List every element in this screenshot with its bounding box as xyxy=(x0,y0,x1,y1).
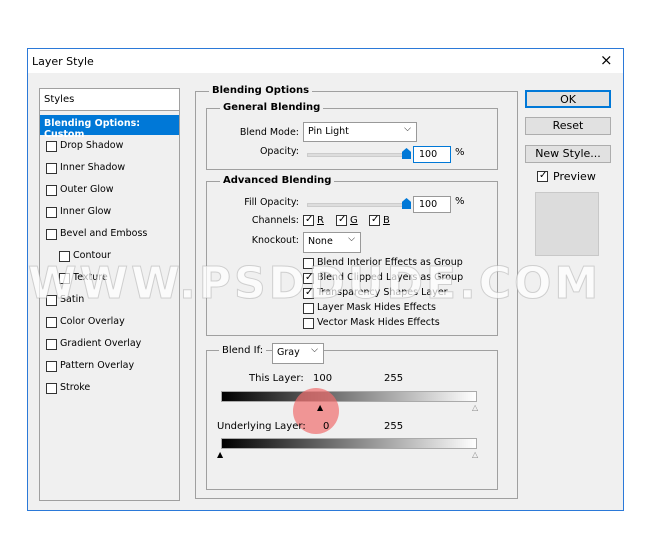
underlying-layer-label: Underlying Layer: xyxy=(217,421,306,432)
fill-opacity-label: Fill Opacity: xyxy=(244,197,299,208)
title-bar: Layer Style × xyxy=(28,49,623,73)
sidebar-item-label: Pattern Overlay xyxy=(60,360,135,371)
blend-if-label: Blend If: xyxy=(219,345,267,356)
knockout-label: Knockout: xyxy=(251,235,299,246)
opacity-input[interactable]: 100 xyxy=(413,146,451,163)
channel-b-label: B xyxy=(383,215,390,226)
preview-swatch xyxy=(535,192,599,256)
underlying-layer-gradient xyxy=(221,438,477,449)
close-icon[interactable]: × xyxy=(600,51,613,69)
style-checkbox[interactable] xyxy=(46,361,57,372)
fill-opacity-slider[interactable] xyxy=(307,198,411,209)
blend-mode-label: Blend Mode: xyxy=(239,127,299,138)
option-label: Vector Mask Hides Effects xyxy=(317,317,440,328)
opacity-slider[interactable] xyxy=(307,148,411,159)
sidebar-item[interactable]: Inner Glow xyxy=(40,203,179,223)
sidebar-item-label: Drop Shadow xyxy=(60,140,124,151)
channel-r-checkbox[interactable]: ✓ xyxy=(303,215,314,226)
group-title: General Blending xyxy=(220,102,324,113)
sidebar-item-label: Inner Shadow xyxy=(60,162,126,173)
this-layer-low: 100 xyxy=(313,373,333,384)
styles-header[interactable]: Styles xyxy=(40,89,179,111)
blend-mode-select[interactable]: Pin Light ⌵ xyxy=(303,122,417,142)
slider-thumb[interactable] xyxy=(402,198,411,209)
channel-g-checkbox[interactable]: ✓ xyxy=(336,215,347,226)
sidebar-item[interactable]: Inner Shadow xyxy=(40,159,179,179)
this-layer-high: 255 xyxy=(384,373,404,384)
channels-label: Channels: xyxy=(251,215,299,226)
sidebar-item-label: Gradient Overlay xyxy=(60,338,142,349)
sidebar-item[interactable]: Bevel and Emboss xyxy=(40,225,179,245)
style-checkbox[interactable] xyxy=(46,383,57,394)
blend-if-group: Blend If: Gray ⌵ This Layer: 100 255 ▲ △ … xyxy=(206,343,498,490)
sidebar-item-label: Inner Glow xyxy=(60,206,112,217)
group-title: Blending Options xyxy=(209,85,313,96)
sidebar-item[interactable]: Outer Glow xyxy=(40,181,179,201)
ok-button[interactable]: OK xyxy=(525,90,611,108)
underlying-black-slider[interactable]: ▲ xyxy=(217,451,226,459)
dialog-title: Layer Style xyxy=(32,55,94,68)
watermark: WWW.PSDDUDE.COM xyxy=(27,258,602,310)
this-layer-gradient xyxy=(221,391,477,402)
this-layer-black-slider[interactable]: ▲ xyxy=(317,404,326,412)
group-title: Advanced Blending xyxy=(220,175,335,186)
sidebar-item[interactable]: Blending Options: Custom xyxy=(40,115,179,140)
sidebar-item[interactable]: Pattern Overlay xyxy=(40,357,179,377)
fill-opacity-input[interactable]: 100 xyxy=(413,196,451,213)
this-layer-label: This Layer: xyxy=(249,373,304,384)
slider-thumb[interactable] xyxy=(402,148,411,159)
percent-sign: % xyxy=(455,196,465,207)
style-checkbox[interactable] xyxy=(46,207,57,218)
style-checkbox[interactable] xyxy=(46,339,57,350)
knockout-value: None xyxy=(308,236,333,247)
new-style-button[interactable]: New Style... xyxy=(525,145,611,163)
channel-g-label: G xyxy=(350,215,358,226)
sidebar-item[interactable]: Drop Shadow xyxy=(40,137,179,157)
opacity-label: Opacity: xyxy=(259,146,299,157)
chevron-down-icon: ⌵ xyxy=(404,124,411,134)
blend-mode-value: Pin Light xyxy=(308,126,349,137)
sidebar-item-label: Bevel and Emboss xyxy=(60,228,148,239)
sidebar-item-label: Color Overlay xyxy=(60,316,125,327)
channel-b-checkbox[interactable]: ✓ xyxy=(369,215,380,226)
this-layer-white-slider[interactable]: △ xyxy=(472,404,481,412)
general-blending-group: General Blending Blend Mode: Pin Light ⌵ … xyxy=(206,102,498,170)
underlying-white-slider[interactable]: △ xyxy=(472,451,481,459)
knockout-select[interactable]: None ⌵ xyxy=(303,232,361,253)
preview-checkbox[interactable]: ✓ xyxy=(537,171,548,182)
channel-r-label: R xyxy=(317,215,324,226)
reset-button[interactable]: Reset xyxy=(525,117,611,135)
sidebar-item-label: Outer Glow xyxy=(60,184,114,195)
underlying-layer-high: 255 xyxy=(384,421,404,432)
chevron-down-icon: ⌵ xyxy=(311,345,318,355)
sidebar-item[interactable]: Gradient Overlay xyxy=(40,335,179,355)
blend-if-select[interactable]: Gray ⌵ xyxy=(272,343,324,364)
preview-label: Preview xyxy=(553,170,596,183)
style-checkbox[interactable] xyxy=(46,229,57,240)
chevron-down-icon: ⌵ xyxy=(348,234,355,244)
sidebar-item[interactable]: Stroke xyxy=(40,379,179,399)
sidebar-item[interactable]: Color Overlay xyxy=(40,313,179,333)
style-checkbox[interactable] xyxy=(46,317,57,328)
percent-sign: % xyxy=(455,147,465,158)
blend-if-value: Gray xyxy=(277,347,300,358)
underlying-layer-low: 0 xyxy=(323,421,330,432)
option-checkbox[interactable] xyxy=(303,318,314,329)
style-checkbox[interactable] xyxy=(46,163,57,174)
sidebar-item-label: Stroke xyxy=(60,382,91,393)
style-checkbox[interactable] xyxy=(46,185,57,196)
style-checkbox[interactable] xyxy=(46,141,57,152)
